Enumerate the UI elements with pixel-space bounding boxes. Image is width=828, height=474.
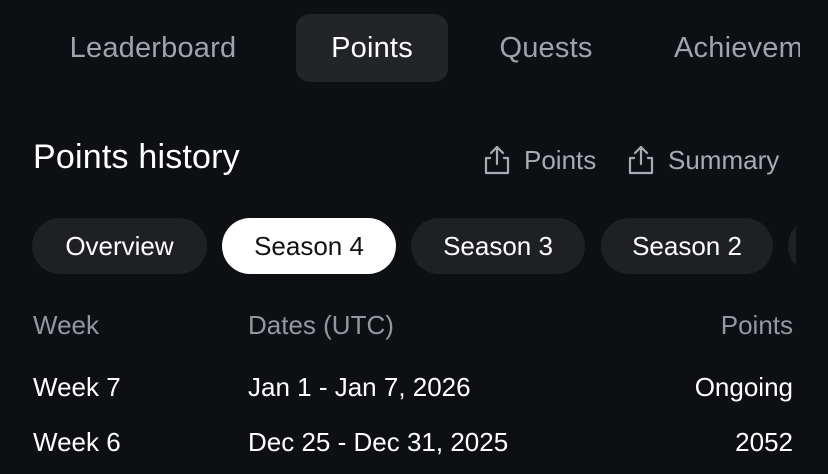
export-summary-button[interactable]: Summary [626, 140, 779, 180]
tab-achievements[interactable]: Achievements [658, 14, 800, 82]
header-points: Points [720, 310, 793, 340]
page-title: Points history [33, 138, 240, 176]
export-points-label: Points [524, 144, 597, 175]
header-week: Week [33, 310, 99, 340]
pill-season-1[interactable] [788, 218, 796, 274]
header-dates: Dates (UTC) [248, 310, 394, 340]
tab-leaderboard[interactable]: Leaderboard [40, 14, 266, 82]
pill-season-4[interactable]: Season 4 [222, 218, 396, 274]
cell-week: Week 6 [33, 427, 121, 457]
export-summary-label: Summary [668, 144, 780, 175]
share-icon [484, 145, 510, 175]
season-filter: Overview Season 4 Season 3 Season 2 [0, 218, 796, 274]
cell-dates: Dec 25 - Dec 31, 2025 [248, 427, 509, 457]
cell-points: Ongoing [694, 372, 793, 402]
table-row: Week 6 Dec 25 - Dec 31, 2025 2052 [0, 427, 828, 467]
pill-season-3[interactable]: Season 3 [411, 218, 585, 274]
tab-points[interactable]: Points [296, 14, 448, 82]
top-tab-bar: Leaderboard Points Quests Achievements [0, 14, 800, 82]
pill-season-2[interactable]: Season 2 [601, 218, 773, 274]
export-points-button[interactable]: Points [482, 140, 596, 180]
pill-overview[interactable]: Overview [32, 218, 207, 274]
cell-points: 2052 [735, 427, 793, 457]
points-page: Leaderboard Points Quests Achievements P… [0, 0, 828, 474]
share-icon [628, 145, 654, 175]
table-row: Week 7 Jan 1 - Jan 7, 2026 Ongoing [0, 372, 828, 412]
cell-week: Week 7 [33, 372, 121, 402]
cell-dates: Jan 1 - Jan 7, 2026 [248, 372, 471, 402]
tab-quests[interactable]: Quests [476, 14, 616, 82]
